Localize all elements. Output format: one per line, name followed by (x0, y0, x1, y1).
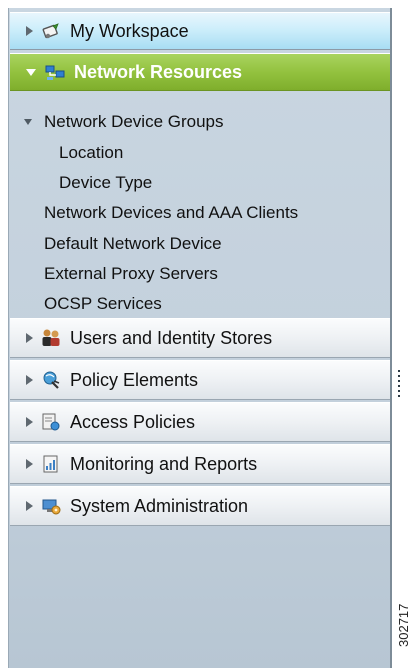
collapsed-arrow-icon (26, 333, 33, 343)
tree-item-device-type[interactable]: Device Type (59, 169, 152, 197)
collapsed-arrow-icon (26, 375, 33, 385)
drawer-label: Policy Elements (70, 369, 199, 390)
tree-item-location[interactable]: Location (59, 139, 123, 167)
tree-item-label: Location (59, 143, 124, 162)
tree-item-ocsp-services[interactable]: OCSP Services (44, 290, 162, 318)
collapsed-arrow-icon (26, 459, 33, 469)
tree-item-label: External Proxy Servers (44, 264, 218, 283)
tree-item-label: Network Devices and AAA Clients (44, 203, 299, 222)
collapsed-arrow-icon (26, 417, 33, 427)
collapsed-arrow-icon (26, 501, 33, 511)
tree-item-external-proxy-servers[interactable]: External Proxy Servers (44, 260, 218, 288)
monitoring-icon (41, 454, 61, 474)
drawer-system-administration[interactable]: System Administration (10, 486, 390, 526)
tree-item-label: Default Network Device (44, 234, 222, 253)
drawer-access-policies[interactable]: Access Policies (10, 402, 390, 442)
drawer-my-workspace[interactable]: My Workspace (10, 12, 390, 50)
drawer-users-and-identity-stores[interactable]: Users and Identity Stores (10, 318, 390, 358)
tree-item-default-network-device[interactable]: Default Network Device (44, 230, 222, 258)
policy-elements-icon (41, 370, 61, 390)
navigation-panel: My Workspace Network Resources Network D… (8, 8, 400, 668)
drawer-policy-elements[interactable]: Policy Elements (10, 360, 390, 400)
tree-item-label: Device Type (59, 173, 153, 192)
tree-item-label: Network Device Groups (44, 112, 224, 131)
tree-item-network-devices-and-aaa-clients[interactable]: Network Devices and AAA Clients (44, 199, 298, 227)
drawer-label: My Workspace (70, 20, 189, 41)
users-icon (41, 328, 61, 348)
drawer-monitoring-and-reports[interactable]: Monitoring and Reports (10, 444, 390, 484)
expanded-arrow-icon (26, 68, 36, 76)
collapsed-arrow-icon (26, 26, 33, 36)
system-admin-icon (41, 496, 61, 516)
drawer-label: Network Resources (74, 61, 243, 82)
tree-item-network-device-groups[interactable]: Network Device Groups (10, 108, 390, 136)
access-policies-icon (41, 412, 61, 432)
panel-resize-handle[interactable] (398, 370, 400, 400)
drawer-network-resources[interactable]: Network Resources (10, 53, 390, 91)
network-resources-icon (45, 62, 65, 82)
workspace-icon (41, 21, 61, 41)
expanded-triangle-icon (24, 119, 32, 125)
drawer-label: System Administration (70, 495, 249, 516)
drawer-label: Monitoring and Reports (70, 453, 258, 474)
drawer-label: Users and Identity Stores (70, 327, 273, 348)
tree-item-label: OCSP Services (44, 294, 162, 313)
figure-id: 302717 (396, 604, 411, 648)
drawer-label: Access Policies (70, 411, 196, 432)
